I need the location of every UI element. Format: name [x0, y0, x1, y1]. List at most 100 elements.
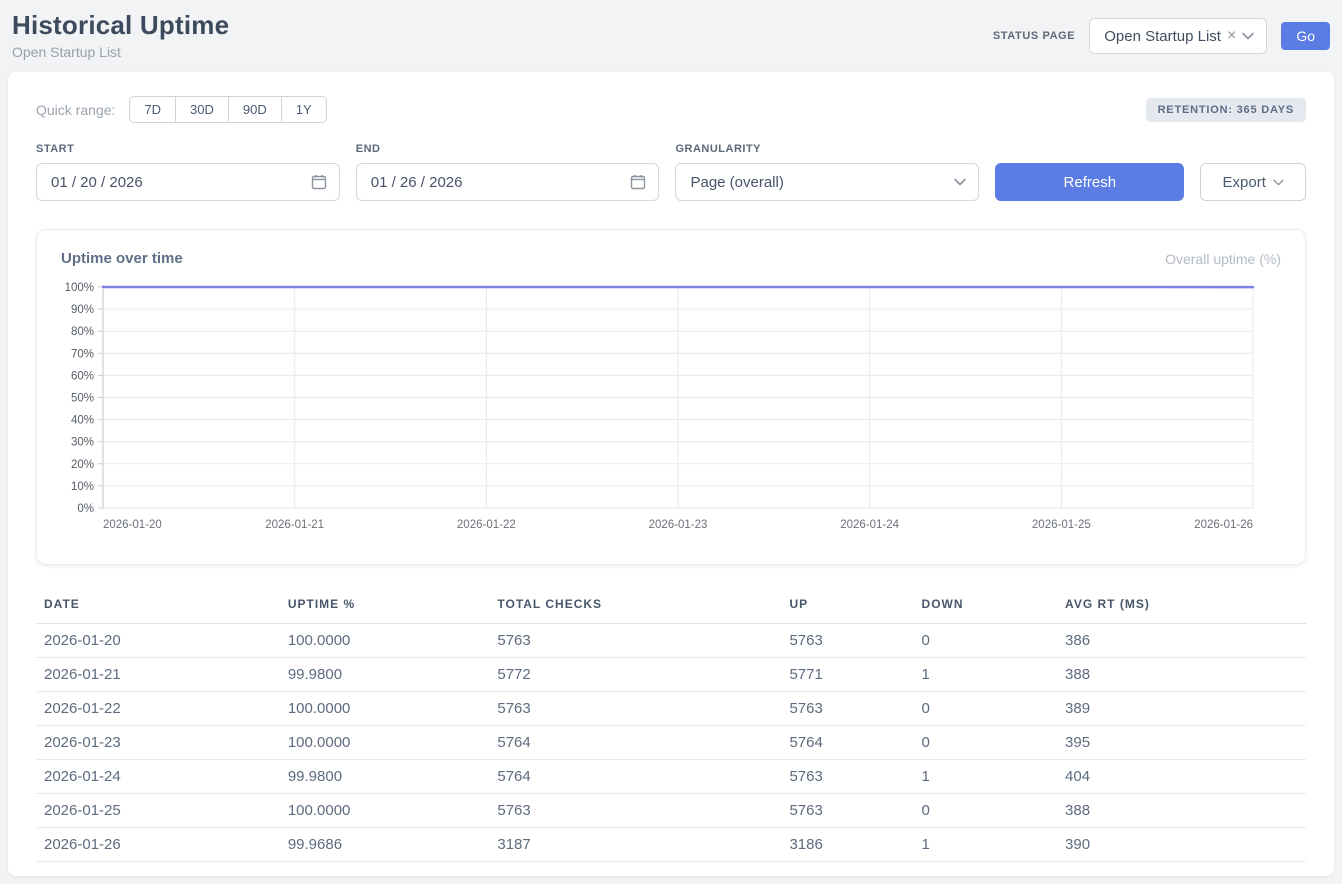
table-cell: 5764: [489, 726, 781, 760]
svg-text:2026-01-22: 2026-01-22: [457, 519, 516, 531]
table-header-row: DATEUPTIME %TOTAL CHECKSUPDOWNAVG RT (MS…: [36, 589, 1306, 624]
table-cell: 5763: [489, 794, 781, 828]
go-button[interactable]: Go: [1281, 22, 1330, 50]
table-cell: 0: [914, 624, 1058, 658]
table-cell: 100.0000: [280, 794, 490, 828]
table-cell: 2026-01-20: [36, 624, 280, 658]
svg-text:70%: 70%: [71, 348, 94, 360]
table-row: 2026-01-20100.0000576357630386: [36, 624, 1306, 658]
start-date-value: 01 / 20 / 2026: [51, 174, 143, 191]
table-cell: 5763: [489, 624, 781, 658]
granularity-select[interactable]: Page (overall): [675, 163, 979, 201]
quick-range-7d-button[interactable]: 7D: [129, 96, 176, 123]
page-title: Historical Uptime: [12, 10, 229, 41]
chart-header: Uptime over time Overall uptime (%): [57, 250, 1285, 277]
chart-title: Uptime over time: [61, 250, 183, 267]
table-cell: 2026-01-25: [36, 794, 280, 828]
chevron-down-icon: [1273, 179, 1284, 186]
table-row: 2026-01-2699.9686318731861390: [36, 828, 1306, 862]
quick-range-group: 7D30D90D1Y: [129, 96, 326, 123]
retention-badge: RETENTION: 365 DAYS: [1146, 98, 1306, 122]
svg-text:100%: 100%: [65, 282, 94, 294]
table-cell: 100.0000: [280, 692, 490, 726]
refresh-button[interactable]: Refresh: [995, 163, 1184, 201]
page: Historical Uptime Open Startup List STAT…: [0, 0, 1342, 884]
table-row: 2026-01-25100.0000576357630388: [36, 794, 1306, 828]
column-header: TOTAL CHECKS: [489, 589, 781, 624]
table-cell: 5764: [489, 760, 781, 794]
quick-range-row: Quick range: 7D30D90D1Y RETENTION: 365 D…: [36, 96, 1306, 123]
column-header: UPTIME %: [280, 589, 490, 624]
svg-text:2026-01-25: 2026-01-25: [1032, 519, 1091, 531]
quick-range-1y-button[interactable]: 1Y: [282, 96, 327, 123]
table-cell: 5764: [781, 726, 913, 760]
table-row: 2026-01-23100.0000576457640395: [36, 726, 1306, 760]
table-cell: 5772: [489, 658, 781, 692]
table-cell: 5763: [781, 692, 913, 726]
svg-text:2026-01-20: 2026-01-20: [103, 519, 162, 531]
export-label: Export: [1223, 174, 1266, 191]
quick-range-90d-button[interactable]: 90D: [229, 96, 282, 123]
table-cell: 0: [914, 794, 1058, 828]
table-cell: 5763: [489, 692, 781, 726]
status-page-select[interactable]: Open Startup List ×: [1089, 18, 1267, 54]
table-cell: 388: [1057, 658, 1306, 692]
start-date-field: START 01 / 20 / 2026: [36, 143, 340, 201]
table-cell: 3186: [781, 828, 913, 862]
svg-text:50%: 50%: [71, 393, 94, 405]
table-cell: 1: [914, 658, 1058, 692]
svg-text:2026-01-26: 2026-01-26: [1194, 519, 1253, 531]
table-row: 2026-01-2499.9800576457631404: [36, 760, 1306, 794]
svg-text:10%: 10%: [71, 481, 94, 493]
start-date-input[interactable]: 01 / 20 / 2026: [36, 163, 340, 201]
table-row: 2026-01-2199.9800577257711388: [36, 658, 1306, 692]
calendar-icon[interactable]: [311, 174, 327, 190]
calendar-icon[interactable]: [630, 174, 646, 190]
svg-text:2026-01-21: 2026-01-21: [265, 519, 324, 531]
topbar-right: STATUS PAGE Open Startup List × Go: [993, 18, 1330, 54]
table-cell: 5763: [781, 794, 913, 828]
table-cell: 390: [1057, 828, 1306, 862]
status-page-value: Open Startup List: [1104, 28, 1221, 45]
column-header: DATE: [36, 589, 280, 624]
column-header: AVG RT (MS): [1057, 589, 1306, 624]
chart-legend: Overall uptime (%): [1165, 251, 1281, 267]
table-cell: 395: [1057, 726, 1306, 760]
table-cell: 100.0000: [280, 624, 490, 658]
table-cell: 1: [914, 828, 1058, 862]
start-label: START: [36, 143, 340, 155]
table-cell: 389: [1057, 692, 1306, 726]
table-cell: 5771: [781, 658, 913, 692]
table-cell: 99.9800: [280, 760, 490, 794]
table-cell: 99.9800: [280, 658, 490, 692]
uptime-chart-card: Uptime over time Overall uptime (%) 0% 10…: [36, 229, 1306, 565]
svg-text:30%: 30%: [71, 437, 94, 449]
clear-selection-icon[interactable]: ×: [1227, 28, 1236, 44]
table-cell: 1: [914, 760, 1058, 794]
table-cell: 99.9686: [280, 828, 490, 862]
topbar: Historical Uptime Open Startup List STAT…: [0, 0, 1342, 60]
svg-text:20%: 20%: [71, 459, 94, 471]
chevron-down-icon: [954, 178, 966, 186]
table-cell: 0: [914, 726, 1058, 760]
table-cell: 100.0000: [280, 726, 490, 760]
granularity-value: Page (overall): [690, 174, 783, 191]
svg-text:0%: 0%: [77, 503, 94, 515]
granularity-label: GRANULARITY: [675, 143, 979, 155]
table-cell: 388: [1057, 794, 1306, 828]
column-header: DOWN: [914, 589, 1058, 624]
export-button[interactable]: Export: [1200, 163, 1306, 201]
uptime-line-chart: 0%10%20%30%40%50%60%70%80%90%100%2026-01…: [57, 277, 1289, 539]
table-cell: 5763: [781, 624, 913, 658]
table-row: 2026-01-22100.0000576357630389: [36, 692, 1306, 726]
svg-text:2026-01-23: 2026-01-23: [649, 519, 708, 531]
end-date-input[interactable]: 01 / 26 / 2026: [356, 163, 660, 201]
quick-range-30d-button[interactable]: 30D: [176, 96, 229, 123]
table-cell: 3187: [489, 828, 781, 862]
table-cell: 2026-01-22: [36, 692, 280, 726]
end-date-value: 01 / 26 / 2026: [371, 174, 463, 191]
table-cell: 2026-01-24: [36, 760, 280, 794]
svg-text:90%: 90%: [71, 304, 94, 316]
uptime-table: DATEUPTIME %TOTAL CHECKSUPDOWNAVG RT (MS…: [36, 589, 1306, 862]
end-label: END: [356, 143, 660, 155]
